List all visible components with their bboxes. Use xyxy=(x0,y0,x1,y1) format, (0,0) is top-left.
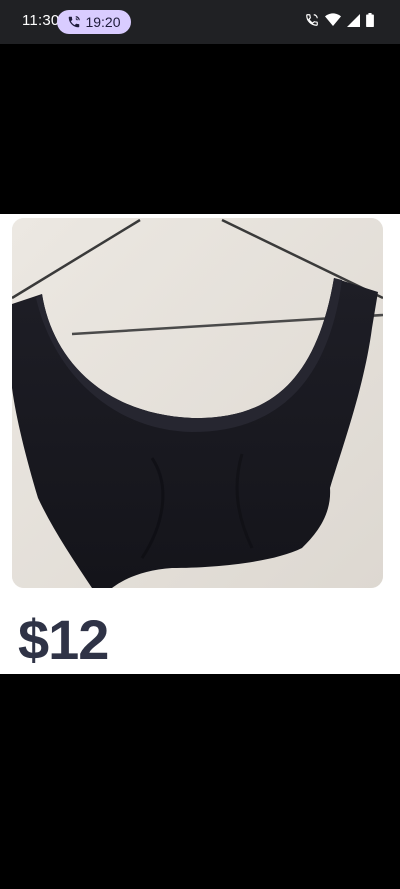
status-icons xyxy=(305,13,374,27)
battery-icon xyxy=(366,13,374,27)
call-timer: 19:20 xyxy=(85,14,121,30)
wifi-calling-icon xyxy=(305,13,319,27)
product-photo[interactable] xyxy=(12,218,383,588)
screen: 11:30 19:20 $12 xyxy=(0,0,400,889)
phone-call-icon xyxy=(67,15,81,29)
ongoing-call-chip[interactable]: 19:20 xyxy=(57,10,131,34)
product-photo-black-crop-top-icon xyxy=(12,218,383,588)
status-bar: 11:30 19:20 xyxy=(0,0,400,44)
status-time: 11:30 xyxy=(22,12,60,29)
listing-card[interactable]: $12 xyxy=(0,214,400,674)
signal-icon xyxy=(347,13,360,27)
wifi-icon xyxy=(325,13,341,27)
price-label: $12 xyxy=(18,608,109,671)
